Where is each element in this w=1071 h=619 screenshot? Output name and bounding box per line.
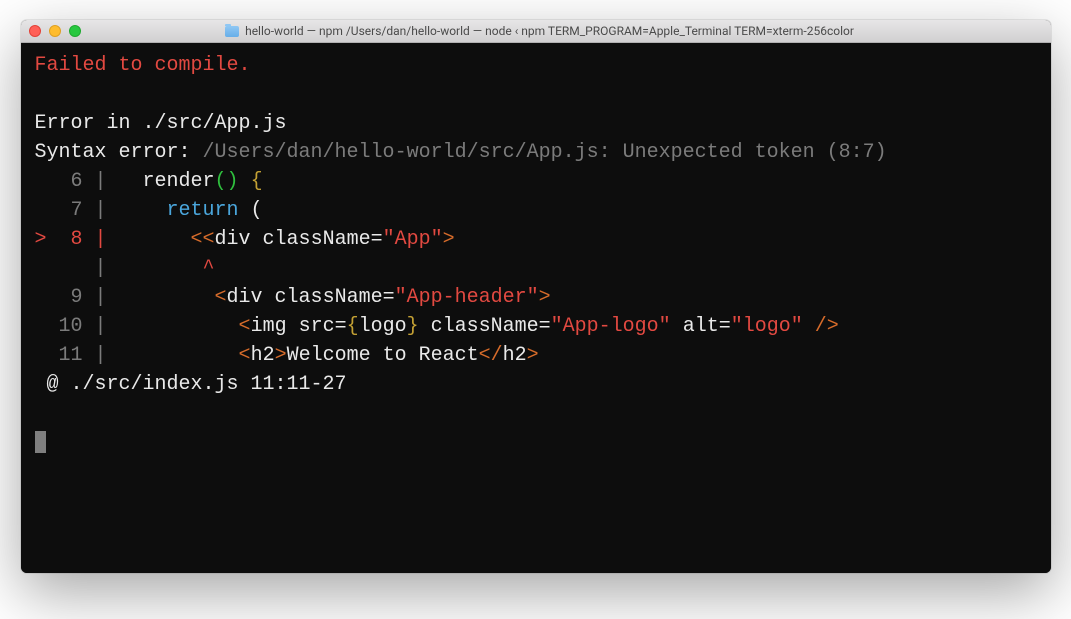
line-8-close: > — [443, 228, 455, 251]
line-9-gutter: 9 | — [35, 286, 119, 309]
line-10-str2: "logo" — [731, 315, 803, 338]
syntax-error-prefix: Syntax error: — [35, 141, 203, 164]
line-11-tag: h2 — [251, 344, 275, 367]
window-title-wrap: hello-world — npm /Users/dan/hello-world… — [89, 24, 991, 38]
line-7-post: ( — [239, 199, 263, 222]
line-7-return: return — [167, 199, 239, 222]
caret-mark: ^ — [203, 257, 215, 280]
zoom-button[interactable] — [69, 25, 81, 37]
line-11-gutter: 11 | — [35, 344, 119, 367]
line-10-gutter: 10 | — [35, 315, 119, 338]
syntax-error-path: /Users/dan/hello-world/src/App.js: Unexp… — [203, 141, 887, 164]
line-7-gutter: 7 | — [35, 199, 119, 222]
line-8-str: "App" — [383, 228, 443, 251]
caret-gutter: | — [35, 257, 119, 280]
line-11-close2: > — [527, 344, 539, 367]
line-8-pre — [119, 228, 191, 251]
terminal-window: hello-world — npm /Users/dan/hello-world… — [21, 20, 1051, 573]
line-10-tag: img src= — [251, 315, 347, 338]
line-11-open2: </ — [479, 344, 503, 367]
traffic-lights — [29, 25, 81, 37]
line-9-open: < — [215, 286, 227, 309]
line-11-close1: > — [275, 344, 287, 367]
cursor — [35, 431, 46, 453]
titlebar[interactable]: hello-world — npm /Users/dan/hello-world… — [21, 20, 1051, 43]
line-9-pre — [119, 286, 215, 309]
minimize-button[interactable] — [49, 25, 61, 37]
line-6-space — [239, 170, 251, 193]
error-header: Failed to compile. — [35, 54, 251, 77]
line-7-pre — [119, 199, 167, 222]
line-9-tag: div className= — [227, 286, 395, 309]
line-6-gutter: 6 | — [35, 170, 119, 193]
line-6-parens: () — [215, 170, 239, 193]
line-11-pre — [119, 344, 239, 367]
line-10-alt: alt= — [671, 315, 731, 338]
caret-pre — [119, 257, 203, 280]
line-10-open: < — [239, 315, 251, 338]
folder-icon — [225, 26, 239, 37]
close-button[interactable] — [29, 25, 41, 37]
line-10-pre — [119, 315, 239, 338]
line-11-open: < — [239, 344, 251, 367]
line-6-brace: { — [251, 170, 263, 193]
line-8-gutter: > 8 | — [35, 228, 119, 251]
line-10-str1: "App-logo" — [551, 315, 671, 338]
line-6-render: render — [119, 170, 215, 193]
line-10-rbrace: } — [407, 315, 419, 338]
line-10-lbrace: { — [347, 315, 359, 338]
line-11-tag2: h2 — [503, 344, 527, 367]
line-8-open: << — [191, 228, 215, 251]
stack-trace-line: @ ./src/index.js 11:11-27 — [35, 373, 347, 396]
line-8-tag: div className= — [215, 228, 383, 251]
line-9-close: > — [539, 286, 551, 309]
line-10-close: /> — [803, 315, 839, 338]
line-10-logo: logo — [359, 315, 407, 338]
error-file-line: Error in ./src/App.js — [35, 112, 287, 135]
window-title: hello-world — npm /Users/dan/hello-world… — [245, 24, 854, 38]
terminal-output[interactable]: Failed to compile. Error in ./src/App.js… — [21, 43, 1051, 573]
line-11-text: Welcome to React — [287, 344, 479, 367]
line-10-tag2: className= — [419, 315, 551, 338]
line-9-str: "App-header" — [395, 286, 539, 309]
